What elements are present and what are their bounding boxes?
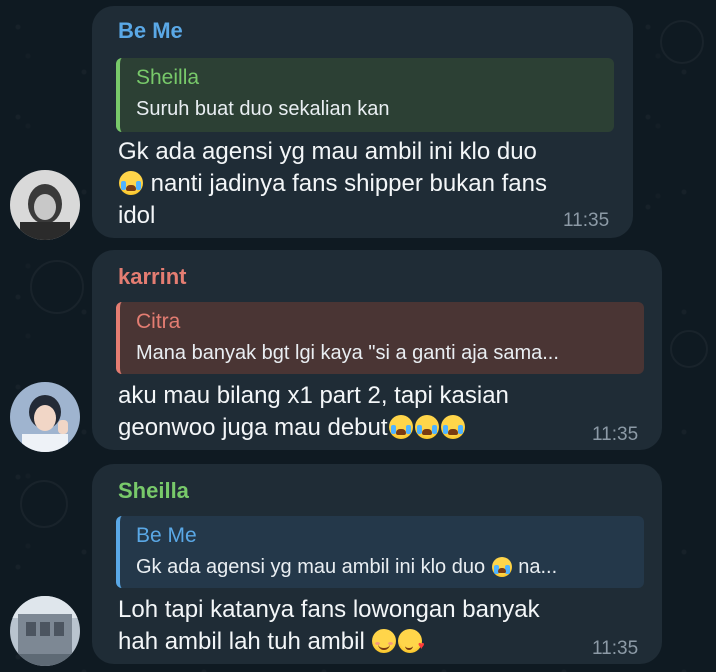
message-text: Loh tapi katanya fans lowongan banyak ha…	[118, 594, 540, 658]
message-time: 11:35	[592, 638, 639, 659]
loudly-crying-face-icon	[414, 415, 439, 439]
message-line: aku mau bilang x1 part 2, tapi kasian	[118, 382, 509, 409]
reply-sender-name: Citra	[136, 310, 181, 333]
sender-name[interactable]: Sheilla	[118, 478, 189, 504]
loudly-crying-face-icon	[119, 171, 143, 195]
message-bubble[interactable]: Be Me Sheilla Suruh buat duo sekalian ka…	[92, 6, 633, 238]
background-doodle	[20, 480, 68, 528]
avatar-image	[10, 170, 80, 240]
message-text: aku mau bilang x1 part 2, tapi kasian ge…	[118, 380, 509, 444]
message-line: Loh tapi katanya fans lowongan banyak	[118, 596, 540, 623]
reply-quote[interactable]: Be Me Gk ada agensi yg mau ambil ini klo…	[116, 516, 644, 588]
loudly-crying-face-icon	[388, 415, 413, 439]
reply-sender-name: Sheilla	[136, 66, 200, 89]
message-bubble[interactable]: karrint Citra Mana banyak bgt lgi kaya "…	[92, 250, 662, 450]
avatar[interactable]	[10, 596, 80, 666]
avatar[interactable]	[10, 382, 80, 452]
loudly-crying-face-icon	[440, 415, 465, 439]
reply-sender-name: Be Me	[136, 524, 197, 547]
background-doodle	[30, 260, 84, 314]
reply-text: Suruh buat duo sekalian kan	[136, 98, 390, 120]
background-doodle	[660, 20, 704, 64]
message-text: Gk ada agensi yg mau ambil ini klo duo n…	[118, 136, 547, 232]
message-bubble[interactable]: Sheilla Be Me Gk ada agensi yg mau ambil…	[92, 464, 662, 664]
message-time: 11:35	[563, 210, 610, 231]
message-line: geonwoo juga mau debut	[118, 412, 509, 444]
background-doodle	[670, 330, 708, 368]
message-line: idol	[118, 202, 156, 229]
reply-text: Gk ada agensi yg mau ambil ini klo duo n…	[136, 556, 558, 578]
message-time: 11:35	[592, 424, 639, 445]
sender-name[interactable]: Be Me	[118, 18, 183, 44]
avatar-image	[10, 382, 80, 452]
loudly-crying-face-icon	[491, 557, 512, 577]
avatar[interactable]	[10, 170, 80, 240]
reply-text: Mana banyak bgt lgi kaya "si a ganti aja…	[136, 342, 559, 364]
reply-quote[interactable]: Citra Mana banyak bgt lgi kaya "si a gan…	[116, 302, 644, 374]
smiling-face-icon	[372, 629, 397, 653]
avatar-image	[10, 596, 80, 666]
message-line: nanti jadinya fans shipper bukan fans	[118, 168, 547, 200]
message-line: hah ambil lah tuh ambil ♥	[118, 628, 425, 655]
sender-name[interactable]: karrint	[118, 264, 186, 290]
face-blowing-kiss-icon: ♥	[398, 629, 424, 653]
message-line: Gk ada agensi yg mau ambil ini klo duo	[118, 138, 537, 165]
reply-quote[interactable]: Sheilla Suruh buat duo sekalian kan	[116, 58, 614, 132]
